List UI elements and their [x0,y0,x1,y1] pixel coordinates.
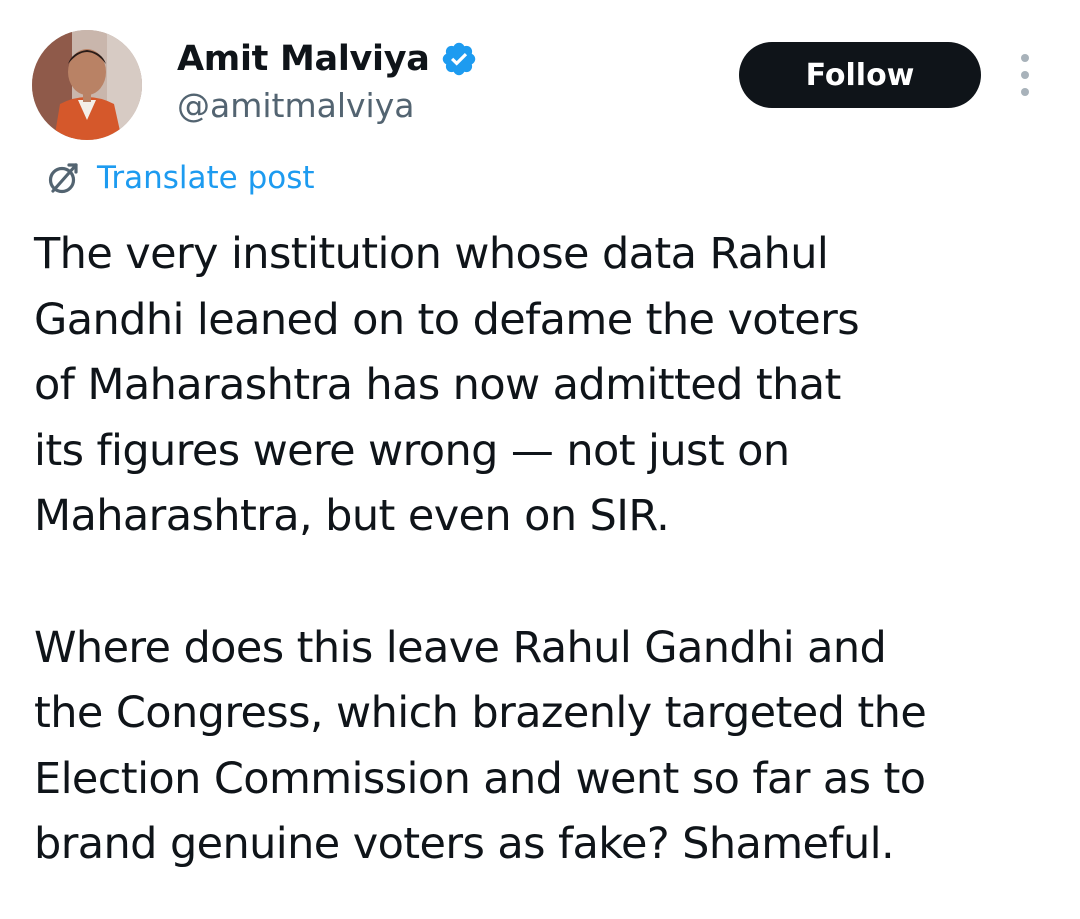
translate-post-link[interactable]: Translate post [45,157,315,199]
tweet-line: The very institution whose data Rahul [34,229,829,279]
more-vertical-icon-dot-2 [1021,71,1029,79]
more-options-button[interactable] [1010,54,1040,96]
tweet-text: The very institution whose data Rahul Ga… [34,222,1034,878]
tweet-line: of Maharashtra has now admitted that [34,360,841,411]
avatar-image [32,30,142,140]
author-display-name[interactable]: Amit Malviya [177,39,430,79]
verified-badge-icon [440,40,478,78]
tweet-line: brand genuine voters as fake? Shameful. [34,819,895,870]
tweet-line: the Congress, which brazenly targeted th… [34,688,927,739]
author-name-row[interactable]: Amit Malviya [177,36,478,82]
tweet-line: Maharashtra, but even on SIR. [34,491,670,542]
translate-post-label: Translate post [97,160,315,196]
more-vertical-icon-dot-1 [1021,54,1029,62]
tweet-line: Election Commission and went so far as t… [34,753,926,804]
more-vertical-icon-dot-3 [1021,88,1029,96]
author-handle[interactable]: @amitmalviya [177,86,414,125]
tweet-line: Where does this leave Rahul Gandhi and [34,622,887,673]
translate-globe-icon [45,159,83,197]
tweet-line: Gandhi leaned on to defame the voters [34,294,860,345]
follow-button[interactable]: Follow [739,42,981,108]
tweet-line: its figures were wrong — not just on [34,425,790,476]
avatar[interactable] [32,30,142,140]
